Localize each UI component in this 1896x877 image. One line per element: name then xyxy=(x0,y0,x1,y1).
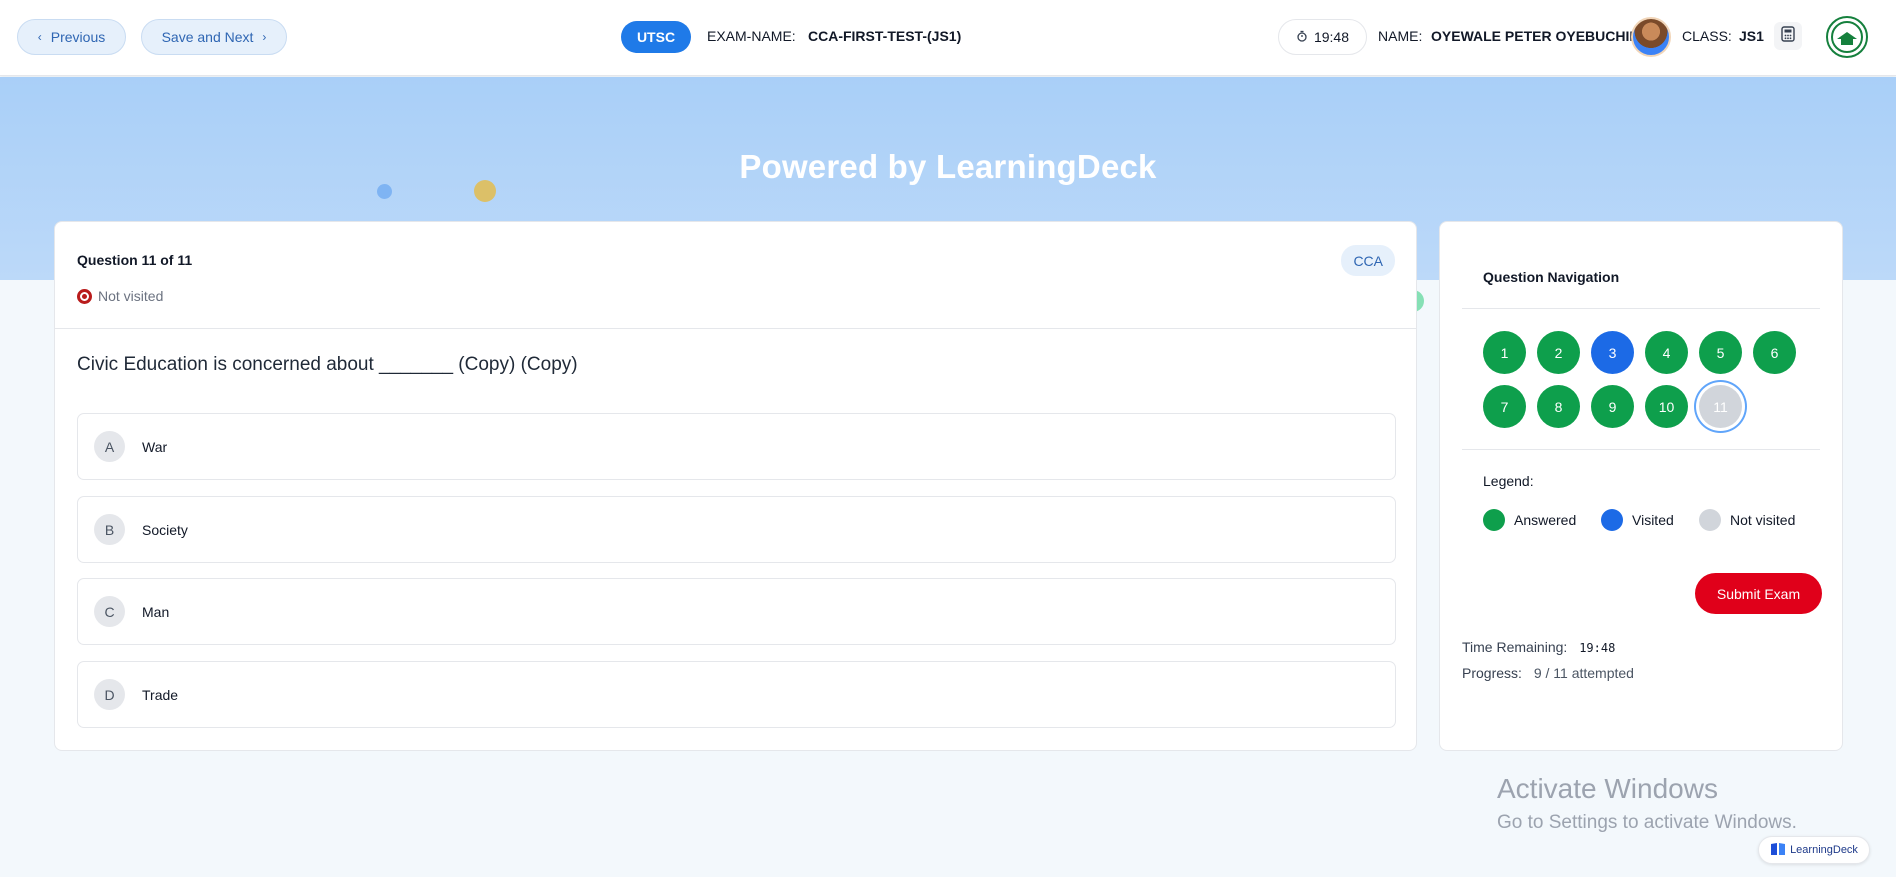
decorative-dot xyxy=(474,180,496,202)
question-nav-button[interactable]: 5 xyxy=(1699,331,1742,374)
option-letter: A xyxy=(94,431,125,462)
question-nav-button[interactable]: 10 xyxy=(1645,385,1688,428)
question-counter: Question 11 of 11 xyxy=(77,252,193,268)
progress-label: Progress: xyxy=(1462,665,1522,681)
question-nav-button[interactable]: 3 xyxy=(1591,331,1634,374)
class-label: CLASS: xyxy=(1682,28,1732,44)
exam-name-value: CCA-FIRST-TEST-(JS1) xyxy=(808,28,962,44)
option-text: Man xyxy=(142,603,170,620)
question-card: Question 11 of 11 Not visited CCA Civic … xyxy=(54,221,1417,751)
save-and-next-button[interactable]: Save and Next › xyxy=(141,19,287,55)
option-text: War xyxy=(142,438,168,455)
legend-label: Answered xyxy=(1514,512,1577,528)
question-nav-button[interactable]: 2 xyxy=(1537,331,1580,374)
chevron-right-icon: › xyxy=(262,30,267,44)
chevron-left-icon: ‹ xyxy=(37,30,42,44)
timer-value: 19:48 xyxy=(1313,29,1350,45)
book-icon xyxy=(1770,842,1786,859)
question-navigation-panel: Question Navigation 1 2 3 4 5 6 7 8 9 10 11 Legend… xyxy=(1439,221,1843,751)
divider xyxy=(1462,308,1820,309)
legend-title: Legend: xyxy=(1483,473,1534,489)
exam-name-label: EXAM-NAME: xyxy=(707,28,796,44)
answered-dot-icon xyxy=(1483,509,1505,531)
name-label: NAME: xyxy=(1378,28,1423,44)
learningdeck-badge[interactable]: LearningDeck xyxy=(1758,836,1870,864)
option-text: Trade xyxy=(142,686,179,703)
class-value: JS1 xyxy=(1739,28,1764,44)
time-remaining-label: Time Remaining: xyxy=(1462,639,1568,655)
brand-label: LearningDeck xyxy=(1790,844,1858,856)
timer-chip: 19:48 xyxy=(1278,19,1367,55)
calculator-button[interactable] xyxy=(1774,22,1802,50)
legend-label: Not visited xyxy=(1730,512,1796,528)
option-a[interactable]: A War xyxy=(77,413,1396,480)
previous-label: Previous xyxy=(50,29,106,45)
legend-answered: Answered xyxy=(1483,509,1576,531)
submit-exam-button[interactable]: Submit Exam xyxy=(1695,573,1822,614)
legend-visited: Visited xyxy=(1601,509,1674,531)
question-status: Not visited xyxy=(77,288,163,304)
save-and-next-label: Save and Next xyxy=(161,29,254,45)
avatar xyxy=(1631,17,1671,57)
legend-label: Visited xyxy=(1632,512,1674,528)
navigation-title: Question Navigation xyxy=(1483,269,1620,285)
not-visited-icon xyxy=(77,288,92,304)
progress-value: 9 / 11 attempted xyxy=(1533,665,1634,681)
time-remaining-row: Time Remaining: 19:48 xyxy=(1462,639,1615,655)
student-name: OYEWALE PETER OYEBUCHII xyxy=(1431,28,1634,44)
question-nav-button[interactable]: 8 xyxy=(1537,385,1580,428)
calculator-icon xyxy=(1781,25,1795,47)
option-letter: C xyxy=(94,596,125,627)
option-letter: D xyxy=(94,679,125,710)
question-nav-button[interactable]: 11 xyxy=(1699,385,1742,428)
question-header: Question 11 of 11 Not visited CCA xyxy=(55,222,1416,329)
school-logo xyxy=(1826,16,1868,58)
question-nav-button[interactable]: 7 xyxy=(1483,385,1526,428)
legend-not-visited: Not visited xyxy=(1699,509,1795,531)
activate-windows-subtitle: Go to Settings to activate Windows. xyxy=(1497,812,1797,833)
timer-icon xyxy=(1296,29,1308,45)
decorative-dot xyxy=(377,184,392,199)
question-status-label: Not visited xyxy=(98,288,164,304)
question-nav-button[interactable]: 4 xyxy=(1645,331,1688,374)
school-badge: UTSC xyxy=(621,21,691,53)
question-nav-button[interactable]: 1 xyxy=(1483,331,1526,374)
top-bar: ‹ Previous Save and Next › UTSC EXAM-NAM… xyxy=(0,0,1896,76)
subject-badge: CCA xyxy=(1341,245,1395,276)
question-nav-button[interactable]: 9 xyxy=(1591,385,1634,428)
not-visited-dot-icon xyxy=(1699,509,1721,531)
option-c[interactable]: C Man xyxy=(77,578,1396,645)
option-text: Society xyxy=(142,521,188,538)
question-nav-button[interactable]: 6 xyxy=(1753,331,1796,374)
divider xyxy=(1462,449,1820,450)
previous-button[interactable]: ‹ Previous xyxy=(17,19,126,55)
hero-title: Powered by LearningDeck xyxy=(739,148,1157,185)
visited-dot-icon xyxy=(1601,509,1623,531)
option-b[interactable]: B Society xyxy=(77,496,1396,563)
time-remaining-value: 19:48 xyxy=(1579,641,1616,655)
option-d[interactable]: D Trade xyxy=(77,661,1396,728)
activate-windows-title: Activate Windows xyxy=(1497,773,1718,804)
progress-row: Progress: 9 / 11 attempted xyxy=(1462,665,1634,681)
option-letter: B xyxy=(94,514,125,545)
question-text: Civic Education is concerned about _____… xyxy=(77,354,578,375)
